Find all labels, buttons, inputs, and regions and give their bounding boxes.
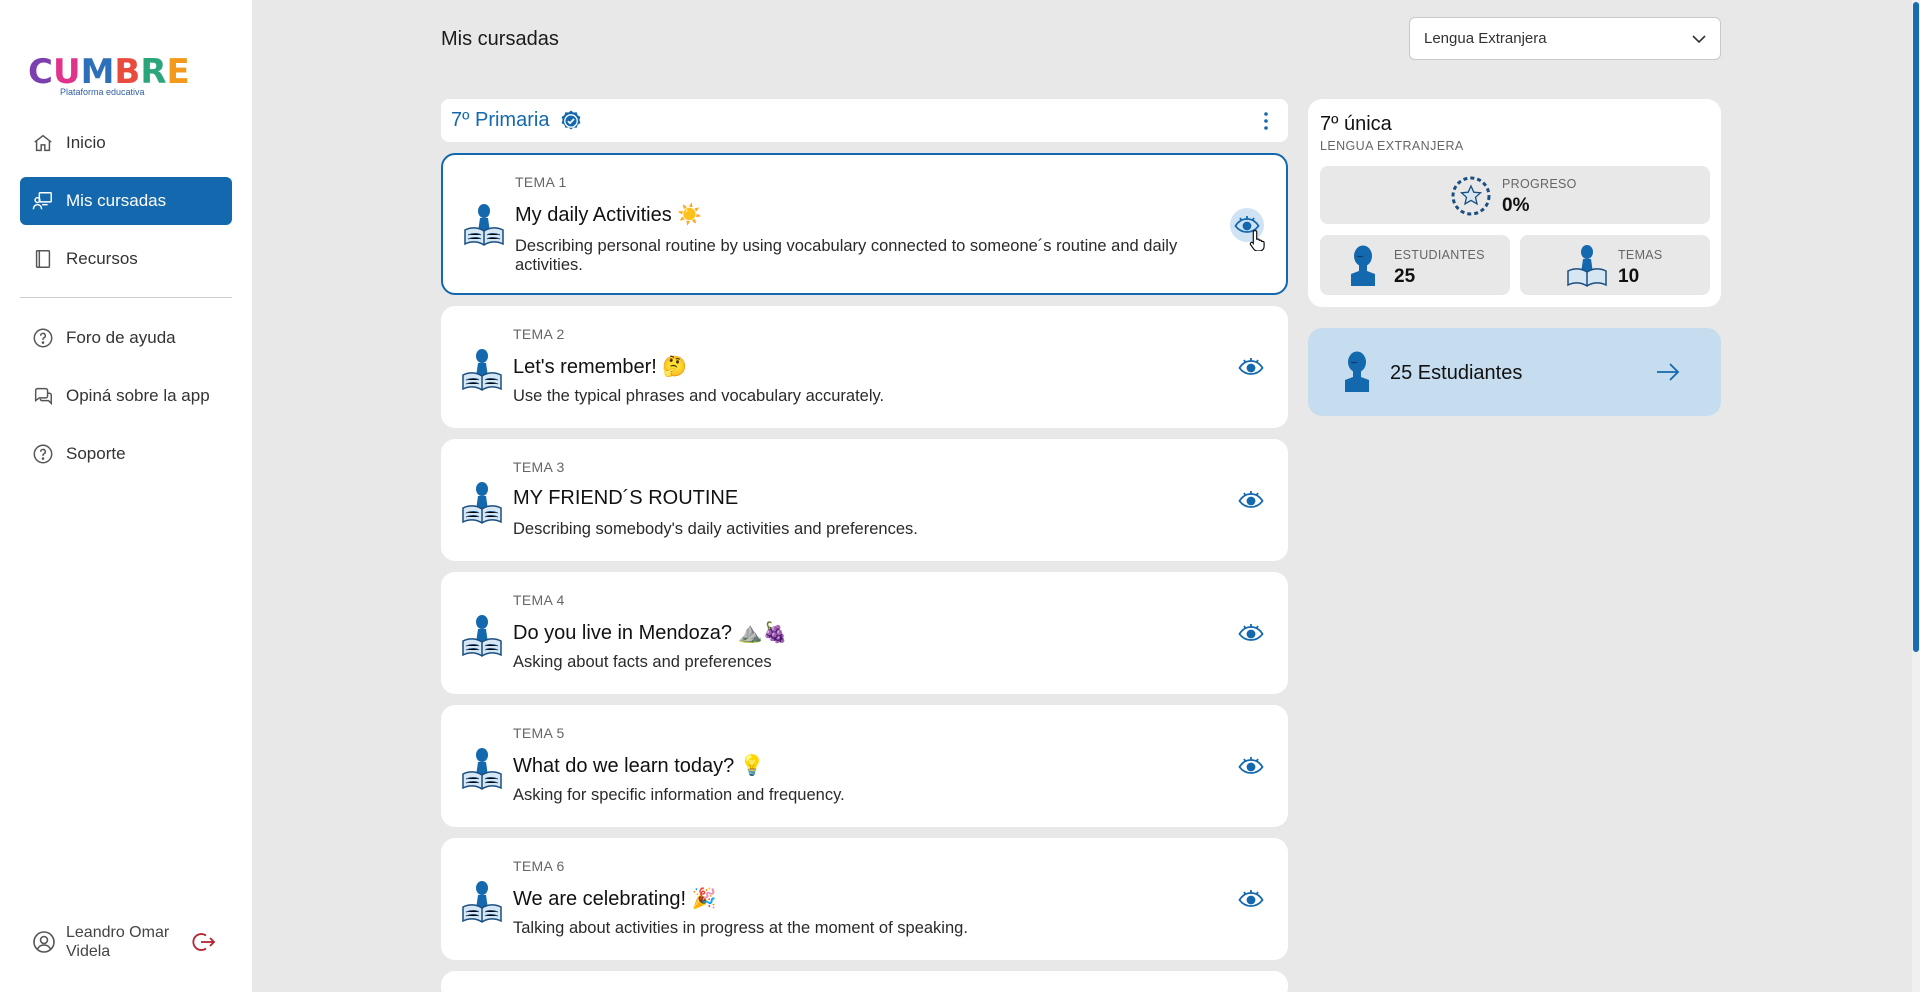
topic-card[interactable]: TEMA 3 MY FRIEND´S ROUTINE Describing so… — [441, 439, 1288, 561]
help-circle-icon — [32, 327, 54, 349]
logo-subtitle: Plataforma educativa — [60, 87, 145, 97]
home-icon — [32, 132, 54, 154]
students-label: ESTUDIANTES — [1394, 248, 1485, 262]
view-eye-icon[interactable] — [1236, 354, 1266, 380]
topic-title: Do you live in Mendoza? ⛰️🍇 — [513, 622, 788, 644]
course-header: 7º Primaria — [441, 99, 1288, 142]
summary-title: 7º única — [1320, 113, 1392, 135]
nav-item-mis-cursadas[interactable]: Mis cursadas — [20, 177, 232, 225]
students-link-card[interactable]: 25 Estudiantes — [1308, 328, 1721, 416]
help-circle-icon — [32, 443, 54, 465]
topic-description: Asking for specific information and freq… — [513, 786, 845, 804]
topic-title: What do we learn today? 💡 — [513, 755, 765, 777]
students-card-label: 25 Estudiantes — [1390, 362, 1523, 384]
sidebar-divider — [20, 297, 232, 298]
chevron-down-icon — [1690, 30, 1708, 48]
topics-value: 10 — [1618, 266, 1640, 287]
nav-item-label: Mis cursadas — [66, 191, 167, 210]
chat-icon — [32, 385, 54, 407]
student-bust-icon — [1342, 350, 1372, 394]
topic-card[interactable]: TEMA 5 What do we learn today? 💡 Asking … — [441, 705, 1288, 827]
topic-number: TEMA 3 — [513, 459, 565, 475]
progress-label: PROGRESO — [1502, 177, 1577, 191]
topic-title: My daily Activities ☀️ — [515, 204, 703, 226]
reader-book-icon — [461, 347, 503, 391]
view-eye-icon[interactable] — [1236, 620, 1266, 646]
topic-number: TEMA 4 — [513, 592, 565, 608]
nav-item-label: Recursos — [66, 249, 138, 268]
nav-item-label: Inicio — [66, 133, 106, 152]
view-eye-icon[interactable] — [1236, 487, 1266, 513]
progress-value: 0% — [1502, 195, 1530, 216]
topic-title: MY FRIEND´S ROUTINE — [513, 487, 739, 509]
logout-icon[interactable] — [192, 931, 216, 953]
topic-description: Asking about facts and preferences — [513, 653, 772, 671]
nav-item-label: Foro de ayuda — [66, 328, 176, 347]
sidebar: CUMBRE Plataforma educativa Inicio Mis c… — [0, 0, 252, 992]
progress-star-icon — [1450, 175, 1492, 217]
view-eye-icon[interactable] — [1236, 886, 1266, 912]
view-eye-icon[interactable] — [1236, 753, 1266, 779]
topic-number: TEMA 1 — [515, 174, 567, 190]
topic-number: TEMA 5 — [513, 725, 565, 741]
subject-select[interactable]: Lengua Extranjera — [1409, 17, 1721, 60]
topic-card[interactable] — [441, 971, 1288, 992]
topic-card[interactable]: TEMA 6 We are celebrating! 🎉 Talking abo… — [441, 838, 1288, 960]
more-options-icon[interactable] — [1264, 111, 1268, 131]
topic-number: TEMA 2 — [513, 326, 565, 342]
verified-badge-icon — [559, 109, 583, 133]
topics-stat: TEMAS 10 — [1520, 235, 1710, 295]
nav-item-inicio[interactable]: Inicio — [20, 119, 232, 167]
nav-item-label: Opiná sobre la app — [66, 386, 210, 405]
page-scrollbar[interactable] — [1912, 0, 1920, 992]
user-avatar-icon — [32, 930, 56, 954]
reader-book-icon — [461, 613, 503, 657]
topic-description: Use the typical phrases and vocabulary a… — [513, 387, 885, 405]
reader-book-icon — [461, 879, 503, 923]
course-summary-card: 7º única LENGUA EXTRANJERA PROGRESO 0% E… — [1308, 99, 1721, 307]
reader-book-icon — [461, 746, 503, 790]
students-stat: ESTUDIANTES 25 — [1320, 235, 1510, 295]
logo-wordmark: CUMBRE — [28, 52, 190, 92]
subject-select-value: Lengua Extranjera — [1424, 30, 1547, 47]
nav-item-foro-de-ayuda[interactable]: Foro de ayuda — [20, 314, 232, 362]
summary-subtitle: LENGUA EXTRANJERA — [1320, 139, 1464, 153]
topic-description: Talking about activities in progress at … — [513, 919, 968, 937]
topic-card[interactable]: TEMA 2 Let's remember! 🤔 Use the typical… — [441, 306, 1288, 428]
reader-book-icon — [461, 480, 503, 524]
students-value: 25 — [1394, 266, 1416, 287]
topic-card[interactable]: TEMA 1 My daily Activities ☀️ Describing… — [441, 153, 1288, 295]
reader-book-icon — [463, 202, 505, 246]
book-icon — [32, 248, 54, 270]
topics-label: TEMAS — [1618, 248, 1663, 262]
user-name: Leandro Omar Videla — [66, 924, 170, 960]
nav-item-soporte[interactable]: Soporte — [20, 430, 232, 478]
topic-description: Describing personal routine by using voc… — [515, 237, 1178, 274]
topic-number: TEMA 6 — [513, 858, 565, 874]
cursor-hand-icon — [1249, 229, 1267, 252]
arrow-right-icon — [1655, 360, 1681, 384]
nav-item-label: Soporte — [66, 444, 126, 463]
user-profile[interactable]: Leandro Omar Videla — [32, 920, 232, 964]
nav-item-recursos[interactable]: Recursos — [20, 235, 232, 283]
topic-title: We are celebrating! 🎉 — [513, 888, 717, 910]
teacher-board-icon — [32, 190, 54, 212]
topic-description: Describing somebody's daily activities a… — [513, 520, 918, 538]
course-name: 7º Primaria — [451, 109, 550, 131]
progress-stat: PROGRESO 0% — [1320, 166, 1710, 224]
reader-book-icon — [1566, 243, 1608, 287]
topic-card[interactable]: TEMA 4 Do you live in Mendoza? ⛰️🍇 Askin… — [441, 572, 1288, 694]
page-title: Mis cursadas — [441, 28, 559, 50]
nav-item-opina[interactable]: Opiná sobre la app — [20, 372, 232, 420]
student-bust-icon — [1348, 244, 1378, 288]
topic-title: Let's remember! 🤔 — [513, 356, 688, 378]
cumbre-logo[interactable]: CUMBRE Plataforma educativa — [28, 52, 190, 102]
scrollbar-thumb[interactable] — [1913, 2, 1919, 652]
